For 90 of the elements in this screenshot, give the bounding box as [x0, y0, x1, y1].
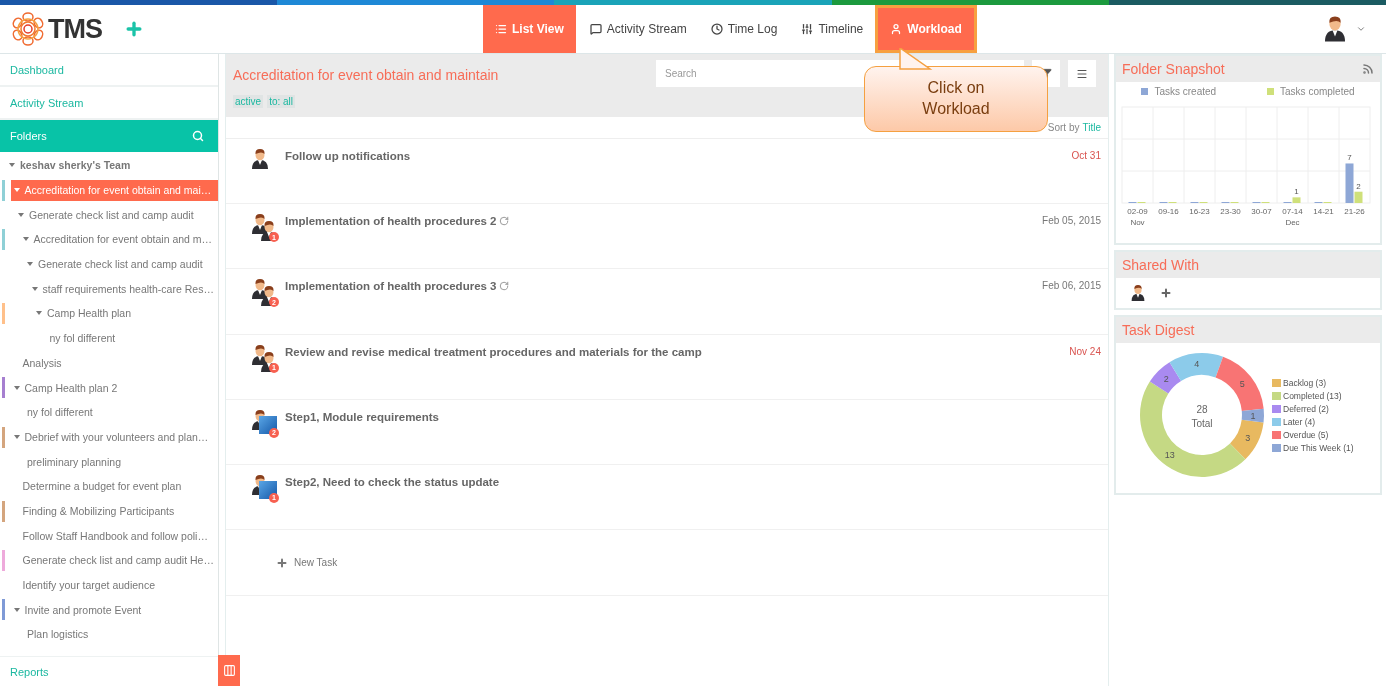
legend-item: Later (4) [1272, 416, 1354, 427]
clock-icon [710, 23, 723, 35]
sort-link[interactable]: Title [1082, 122, 1101, 133]
rss-icon[interactable] [1362, 63, 1374, 75]
total-value: 28 [1196, 404, 1208, 415]
view-tab[interactable]: Workload [875, 5, 977, 53]
axis-label: 30-07 [1251, 207, 1272, 216]
folder-item[interactable]: Debrief with your volunteers and plan… [13, 426, 217, 448]
legend-item: Tasks completed [1267, 86, 1355, 97]
person-icon [1130, 283, 1146, 303]
folder-item[interactable]: staff requirements health-care Res… [31, 278, 218, 300]
menu-button[interactable] [1068, 60, 1096, 87]
task-title[interactable]: Review and revise medical treatment procedures and materials for the camp [285, 345, 702, 358]
folder-item[interactable]: Generate check list and camp audit [18, 204, 202, 226]
slice-label: 5 [1239, 378, 1245, 389]
add-icon[interactable] [1160, 287, 1172, 299]
value-label: 2 [1356, 181, 1361, 191]
folder-item[interactable]: preliminary planning [18, 451, 129, 473]
folder-item[interactable]: ny fol different [40, 327, 124, 349]
user-icon [890, 23, 903, 35]
slice-label: 2 [1163, 373, 1169, 384]
view-tab[interactable]: List View [483, 5, 576, 53]
person-icon [250, 147, 270, 171]
panel-title: Shared With [1122, 257, 1200, 273]
axis-label: 07-14 Dec [1282, 207, 1303, 227]
view-tab[interactable]: Timeline [789, 5, 876, 53]
slice-label: 3 [1245, 432, 1251, 443]
total-label: Total [1191, 418, 1213, 429]
axis-label: 02-09 Nov [1127, 207, 1148, 227]
columns-icon [222, 664, 236, 677]
task-title[interactable]: Step2, Need to check the status update [285, 475, 500, 488]
folder-item[interactable]: Finding & Mobilizing Participants [13, 500, 183, 522]
new-task-button[interactable]: New Task [276, 556, 338, 569]
plus-icon [124, 19, 144, 39]
folder-title: Accreditation for event obtain and maintain [233, 67, 499, 83]
columns-toggle[interactable] [218, 655, 240, 686]
value-label: 7 [1347, 153, 1352, 163]
legend-item: Overdue (5) [1272, 429, 1354, 440]
sliders-icon [801, 23, 814, 35]
folder-item[interactable]: keshav sherky's Team [9, 154, 139, 176]
task-title[interactable]: Step1, Module requirements [285, 410, 439, 423]
folder-item[interactable]: Follow Staff Handbook and follow poli… [13, 525, 216, 547]
axis-label: 23-30 [1220, 207, 1241, 216]
chat-icon [589, 23, 602, 35]
list-icon [495, 23, 507, 35]
folder-item[interactable]: Invite and promote Event [13, 599, 150, 621]
folder-item[interactable]: Accreditation for event obtain and m… [22, 228, 218, 250]
caret-icon [1356, 24, 1366, 34]
task-title[interactable]: Implementation of health procedures 3 [285, 280, 497, 293]
folder-item[interactable]: Determine a budget for event plan [13, 475, 190, 497]
axis-label: 16-23 [1189, 207, 1210, 216]
task-title[interactable]: Follow up notifications [285, 150, 411, 162]
due-date: Feb 06, 2015 [1042, 280, 1101, 294]
plus-icon [276, 556, 288, 569]
slice-label: 1 [1250, 410, 1256, 421]
slice-label: 13 [1164, 449, 1175, 460]
nav-link[interactable]: Dashboard [0, 54, 218, 87]
folder-item[interactable]: Camp Health plan 2 [13, 377, 126, 399]
legend-item: Tasks created [1141, 86, 1217, 97]
panel-title: Task Digest [1122, 322, 1195, 338]
sort-label: Sort by [1047, 122, 1080, 133]
logo-text: TMS [48, 13, 102, 45]
folder-item[interactable]: Identify your target audience [13, 574, 163, 596]
view-tab[interactable]: Time Log [698, 5, 790, 53]
axis-label: 14-21 [1313, 207, 1334, 216]
task-title[interactable]: Implementation of health procedures 2 [285, 215, 497, 228]
legend-item: Due This Week (1) [1272, 442, 1354, 453]
axis-label: 21-26 [1344, 207, 1365, 216]
legend-item: Backlog (3) [1272, 377, 1354, 388]
folders-title: Folders [10, 130, 47, 142]
due-date: Feb 05, 2015 [1042, 215, 1101, 229]
menu-icon [1076, 67, 1088, 80]
avatar-icon [1322, 14, 1348, 44]
folder-item[interactable]: Generate check list and camp audit He… [13, 549, 218, 571]
due-date: Nov 24 [1069, 345, 1101, 359]
logo-icon [10, 11, 46, 47]
axis-label: 09-16 [1158, 207, 1179, 216]
folder-item[interactable]: Plan logistics [18, 623, 97, 645]
folder-item[interactable]: Analysis [13, 352, 70, 374]
slice-label: 4 [1194, 359, 1200, 370]
view-tab[interactable]: Activity Stream [577, 5, 699, 53]
folder-item[interactable]: ny fol different [18, 401, 101, 423]
due-date: Oct 31 [1071, 150, 1101, 163]
panel-title: Folder Snapshot [1122, 61, 1225, 77]
legend-item: Deferred (2) [1272, 403, 1354, 414]
folder-item[interactable]: Generate check list and camp audit [27, 253, 211, 275]
folder-item[interactable]: Camp Health plan [36, 302, 140, 324]
legend-item: Completed (13) [1272, 390, 1354, 401]
value-label: 1 [1294, 187, 1299, 197]
folder-item[interactable]: Accreditation for event obtain and mai… [10, 179, 218, 201]
